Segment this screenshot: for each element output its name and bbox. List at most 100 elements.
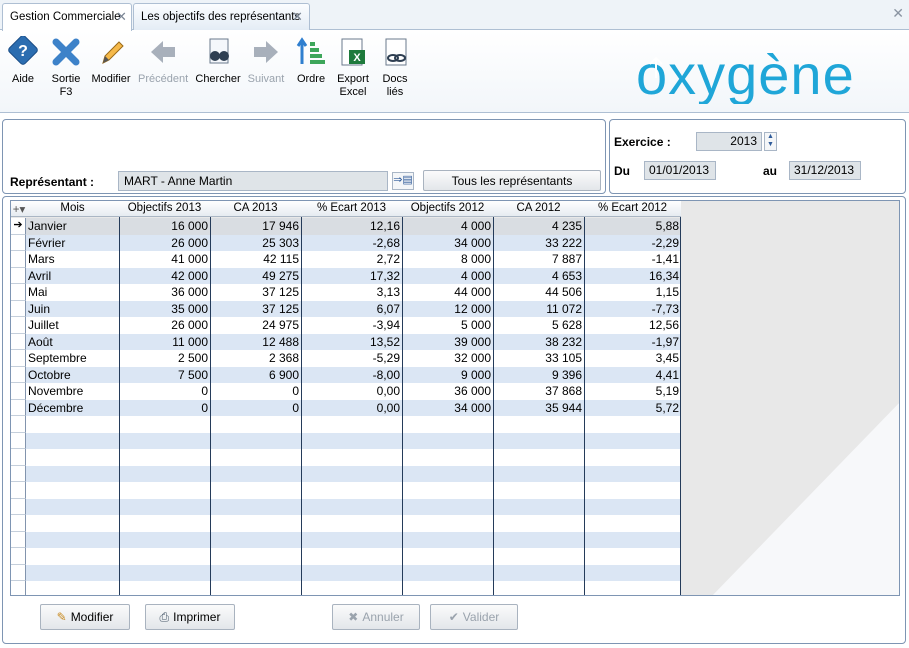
table-row[interactable] [11,498,681,515]
table-cell[interactable]: 0 [119,400,210,417]
table-cell[interactable]: -1,41 [584,251,681,268]
column-header[interactable]: % Ecart 2013 [301,202,402,214]
table-row[interactable] [11,465,681,482]
table-cell[interactable]: -3,94 [301,317,402,334]
table-cell[interactable]: Janvier [26,218,119,235]
table-cell[interactable]: 32 000 [402,350,493,367]
table-row[interactable] [11,515,681,532]
table-cell[interactable]: 36 000 [119,284,210,301]
table-cell[interactable]: 5 000 [402,317,493,334]
close-icon[interactable]: ✕ [292,9,303,25]
docs-lies-button[interactable]: Docs liés [378,36,412,99]
table-cell[interactable]: 34 000 [402,400,493,417]
table-cell[interactable]: 13,52 [301,334,402,351]
table-row[interactable] [11,482,681,499]
table-cell[interactable]: 25 303 [210,235,301,252]
sortie-button[interactable]: Sortie F3 [48,36,84,99]
table-cell[interactable]: Juin [26,301,119,318]
table-cell[interactable]: 0,00 [301,383,402,400]
table-cell[interactable]: Mars [26,251,119,268]
precedent-button[interactable]: Précédent [138,36,188,86]
add-icon[interactable]: +▾ [12,202,26,216]
valider-button[interactable]: ✔ Valider [430,604,518,630]
table-cell[interactable]: 5,88 [584,218,681,235]
table-cell[interactable]: 35 000 [119,301,210,318]
table-cell[interactable]: 5 628 [493,317,584,334]
table-row[interactable]: Juin 35 000 37 125 6,07 12 000 11 072 -7,73 [11,300,681,318]
representant-field[interactable]: MART - Anne Martin [118,171,388,191]
close-icon[interactable]: ✕ [116,9,127,25]
table-row[interactable]: Août 11 000 12 488 13,52 39 000 38 232 -1,97 [11,333,681,351]
table-row[interactable]: Novembre 0 0 0,00 36 000 37 868 5,19 [11,383,681,400]
table-cell[interactable]: 37 125 [210,301,301,318]
table-cell[interactable]: 12,16 [301,218,402,235]
table-cell[interactable]: -7,73 [584,301,681,318]
table-cell[interactable]: 33 222 [493,235,584,252]
table-cell[interactable]: Octobre [26,367,119,384]
table-row[interactable] [11,548,681,565]
table-row[interactable]: Mai 36 000 37 125 3,13 44 000 44 506 1,15 [11,284,681,301]
table-row[interactable]: Juillet 26 000 24 975 -3,94 5 000 5 628 12,56 [11,317,681,334]
table-row[interactable] [11,432,681,449]
column-header[interactable]: Mois [26,202,119,214]
table-cell[interactable]: 4 000 [402,268,493,285]
table-cell[interactable]: 6,07 [301,301,402,318]
table-cell[interactable]: 24 975 [210,317,301,334]
table-cell[interactable]: 2 500 [119,350,210,367]
table-row[interactable]: Avril 42 000 49 275 17,32 4 000 4 653 16,34 [11,267,681,285]
table-cell[interactable]: Juillet [26,317,119,334]
table-cell[interactable]: 8 000 [402,251,493,268]
column-header[interactable]: Objectifs 2012 [402,202,493,214]
table-cell[interactable]: 11 000 [119,334,210,351]
table-row[interactable]: Septembre 2 500 2 368 -5,29 32 000 33 105 3,45 [11,350,681,367]
date-from-field[interactable]: 01/01/2013 [644,161,716,180]
table-cell[interactable]: -2,29 [584,235,681,252]
table-cell[interactable]: 39 000 [402,334,493,351]
table-cell[interactable]: 4 000 [402,218,493,235]
close-icon[interactable]: ✕ [892,5,904,22]
date-to-field[interactable]: 31/12/2013 [789,161,861,180]
table-cell[interactable]: 17 946 [210,218,301,235]
modifier-button[interactable]: ✎ Modifier [40,604,130,630]
table-row[interactable]: Mars 41 000 42 115 2,72 8 000 7 887 -1,41 [11,251,681,268]
table-cell[interactable]: Février [26,235,119,252]
table-row[interactable]: Octobre 7 500 6 900 -8,00 9 000 9 396 4,41 [11,366,681,384]
table-cell[interactable]: 16 000 [119,218,210,235]
column-header[interactable]: CA 2012 [493,202,584,214]
exercice-field[interactable]: 2013 [696,132,762,151]
table-cell[interactable]: 42 115 [210,251,301,268]
table-cell[interactable]: Novembre [26,383,119,400]
table-cell[interactable]: 35 944 [493,400,584,417]
table-cell[interactable]: -1,97 [584,334,681,351]
table-cell[interactable]: -8,00 [301,367,402,384]
table-cell[interactable]: 12 000 [402,301,493,318]
table-cell[interactable]: 3,13 [301,284,402,301]
tab-gestion-commerciale[interactable]: Gestion Commerciale ✕ [2,3,132,31]
table-cell[interactable]: Septembre [26,350,119,367]
chercher-button[interactable]: Chercher [195,36,241,86]
table-cell[interactable]: Mai [26,284,119,301]
lookup-icon[interactable]: ⇒▤ [392,172,414,190]
table-row[interactable]: Décembre 0 0 0,00 34 000 35 944 5,72 [11,399,681,417]
column-header[interactable]: Objectifs 2013 [119,202,210,214]
table-row[interactable]: ➔ Janvier 16 000 17 946 12,16 4 000 4 235 5,88 [11,218,681,235]
spinner-icon[interactable]: ▲ ▼ [764,132,777,151]
table-cell[interactable]: 9 396 [493,367,584,384]
table-row[interactable] [11,416,681,433]
table-cell[interactable]: 1,15 [584,284,681,301]
table-cell[interactable]: 7 887 [493,251,584,268]
table-cell[interactable]: 42 000 [119,268,210,285]
table-cell[interactable]: 4 235 [493,218,584,235]
table-cell[interactable]: -2,68 [301,235,402,252]
aide-button[interactable]: ? Aide [5,36,41,86]
modifier-toolbar-button[interactable]: Modifier [90,36,132,86]
column-header[interactable]: % Ecart 2012 [584,202,681,214]
table-cell[interactable]: Août [26,334,119,351]
table-cell[interactable]: 6 900 [210,367,301,384]
table-cell[interactable]: 41 000 [119,251,210,268]
table-row[interactable] [11,531,681,548]
table-cell[interactable]: 44 000 [402,284,493,301]
table-cell[interactable]: 4 653 [493,268,584,285]
objectifs-grid[interactable]: +▾ Mois Objectifs 2013 CA 2013% Ecart 2013… [10,200,900,596]
table-cell[interactable]: 37 125 [210,284,301,301]
